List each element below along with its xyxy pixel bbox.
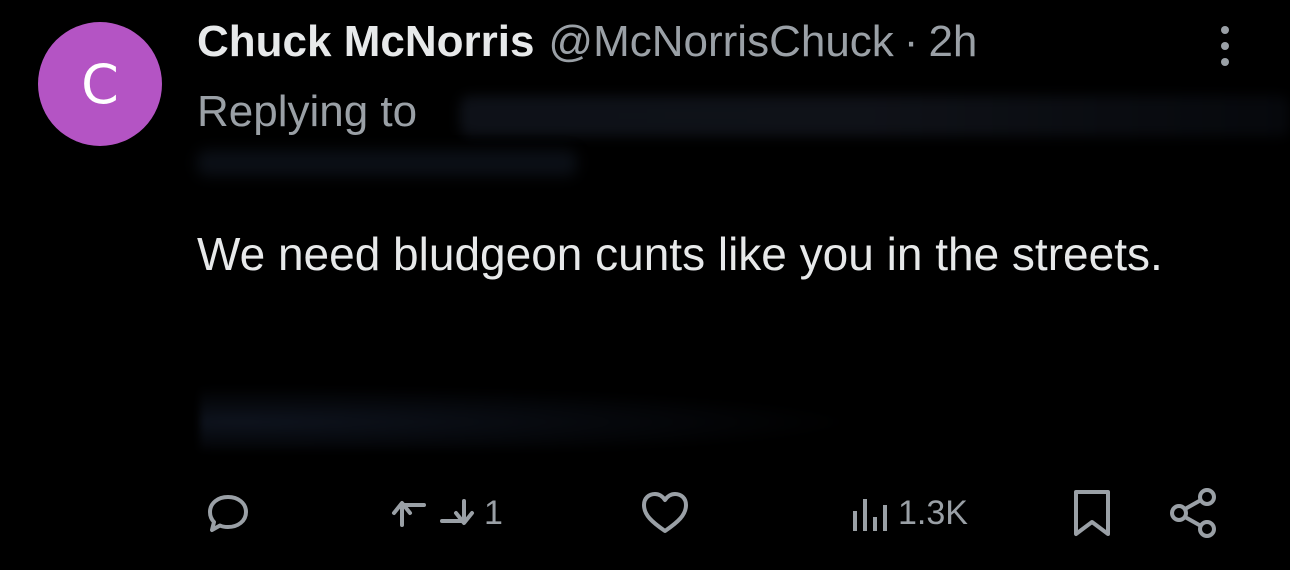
redacted-reply-target (460, 96, 1290, 136)
retweet-button[interactable]: 1 (388, 478, 503, 548)
retweet-icon (388, 489, 478, 537)
tweet-card[interactable]: C Chuck McNorris @McNorrisChuck · 2h Rep… (0, 0, 1290, 570)
avatar[interactable]: C (38, 22, 162, 146)
views-count: 1.3K (898, 493, 968, 532)
timestamp[interactable]: 2h (928, 14, 977, 70)
tweet-text: We need bludgeon cunts like you in the s… (197, 228, 1163, 280)
share-icon (1168, 487, 1220, 539)
display-name[interactable]: Chuck McNorris (197, 14, 534, 70)
replying-to-label: Replying to (197, 87, 418, 136)
action-bar: 1 1.3K (0, 478, 1290, 548)
views-button[interactable]: 1.3K (850, 478, 968, 548)
share-button[interactable] (1168, 478, 1220, 548)
bookmark-button[interactable] (1070, 478, 1114, 548)
heart-icon (640, 489, 690, 537)
like-button[interactable] (640, 478, 690, 548)
more-options-icon[interactable] (1212, 20, 1238, 76)
separator: · (903, 17, 919, 66)
user-handle[interactable]: @McNorrisChuck (548, 14, 893, 70)
redacted-reply-target-continued (197, 150, 577, 176)
tweet-header: Chuck McNorris @McNorrisChuck · 2h (197, 14, 977, 70)
retweet-count: 1 (484, 493, 503, 532)
reply-button[interactable] (204, 478, 252, 548)
redacted-quote-area (200, 380, 960, 450)
avatar-letter: C (81, 52, 119, 116)
views-icon (850, 489, 892, 537)
reply-icon (204, 489, 252, 537)
bookmark-icon (1070, 488, 1114, 538)
